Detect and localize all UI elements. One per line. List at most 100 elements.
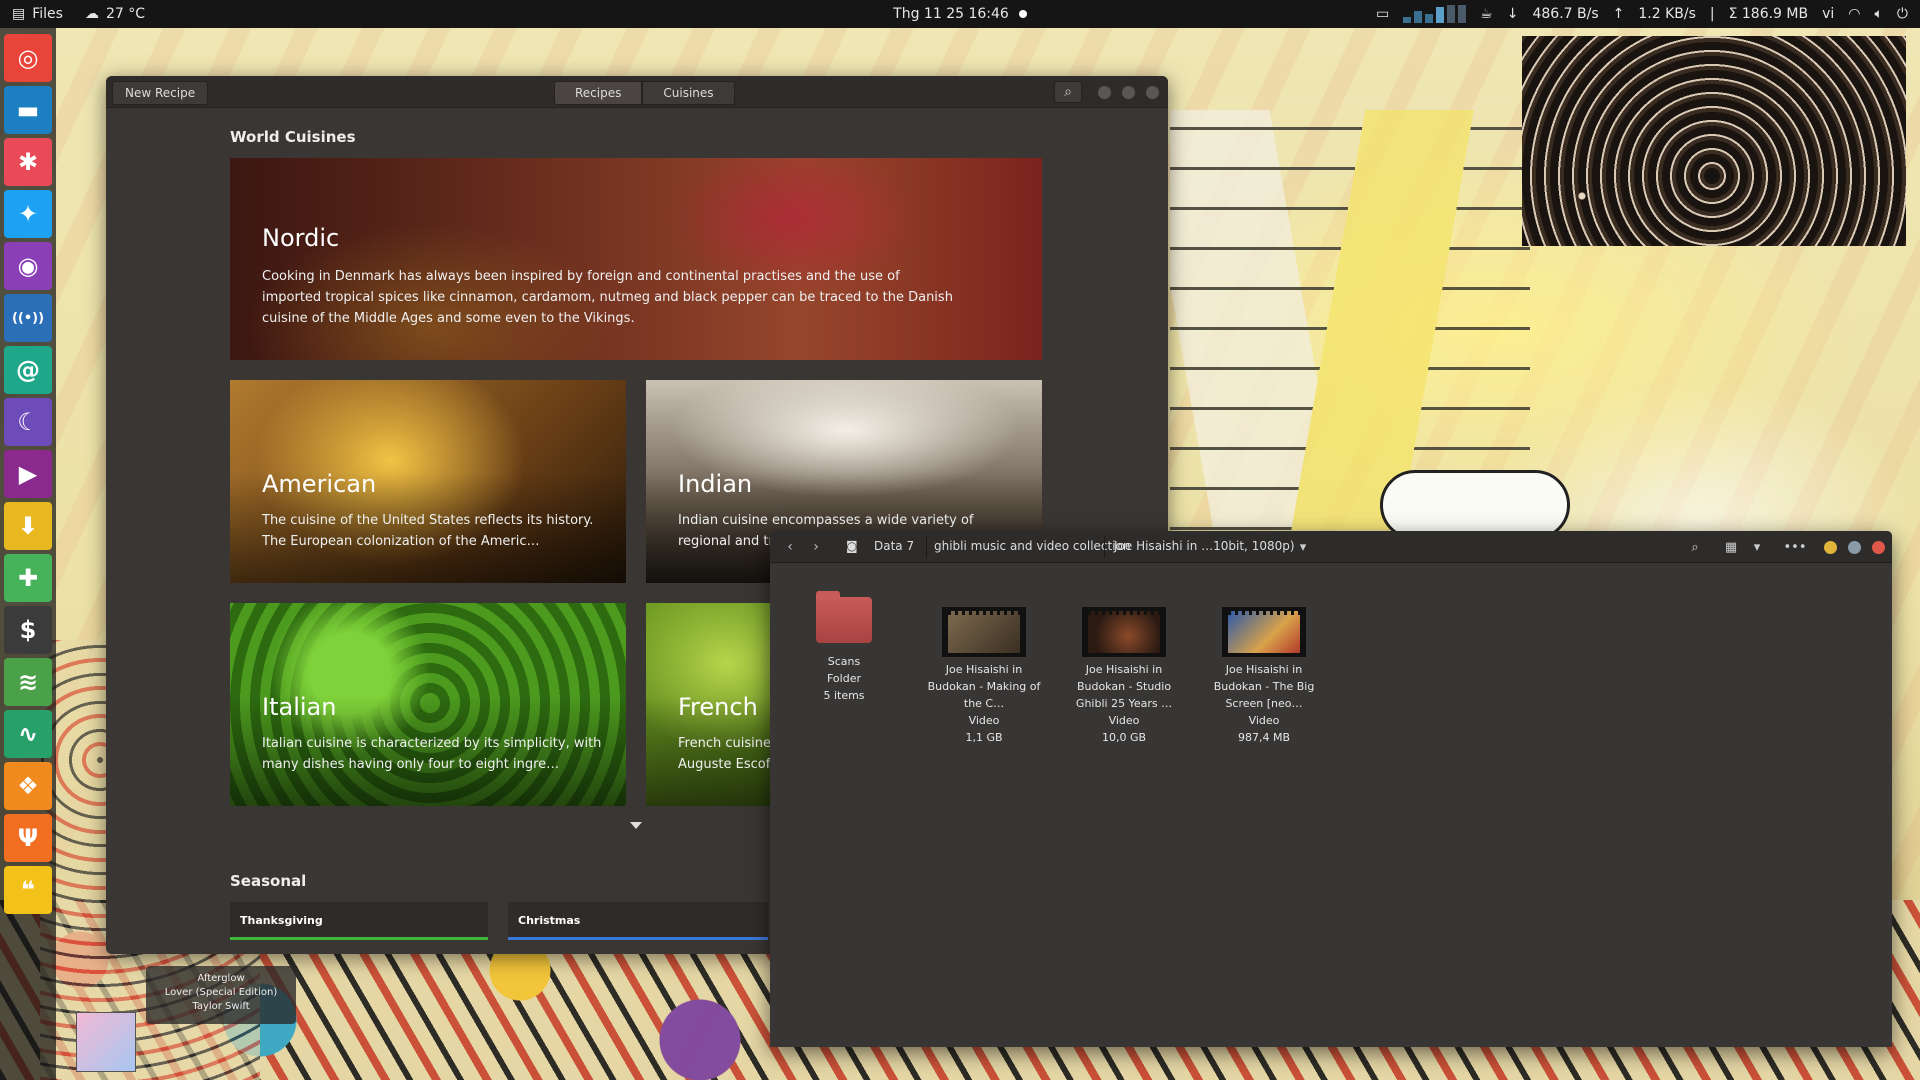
search-icon: ⌕ <box>1064 84 1072 100</box>
app-menu-label: Files <box>32 6 63 22</box>
cuisine-description: The cuisine of the United States reflect… <box>262 513 594 549</box>
close-button[interactable] <box>1146 86 1159 99</box>
clock[interactable]: Thg 11 25 16:46 <box>893 6 1009 22</box>
screen-icon[interactable]: ▭ <box>1376 6 1389 22</box>
dock-twitter-icon[interactable]: ✦ <box>4 190 52 238</box>
file-name: Joe Hisaishi in Budokan - The Big Screen… <box>1213 663 1315 710</box>
video-thumbnail <box>1222 607 1306 657</box>
files-app-icon: ▤ <box>12 6 26 22</box>
file-item-video[interactable]: Joe Hisaishi in Budokan - The Big Screen… <box>1204 607 1324 746</box>
dock-moonlight-icon[interactable]: ☾ <box>4 398 52 446</box>
video-pip-orchestra[interactable] <box>1522 36 1906 246</box>
video-thumbnail <box>1082 607 1166 657</box>
tab-recipes[interactable]: Recipes <box>554 81 643 105</box>
dock-money-icon[interactable]: $ <box>4 606 52 654</box>
file-item-video[interactable]: Joe Hisaishi in Budokan - Studio Ghibli … <box>1064 607 1184 746</box>
search-button[interactable]: ⌕ <box>1682 537 1708 557</box>
dock-podcasts-icon[interactable]: ◉ <box>4 242 52 290</box>
music-widget[interactable]: Afterglow Lover (Special Edition) Taylor… <box>146 966 296 1024</box>
back-button[interactable]: ‹ <box>778 537 802 557</box>
forward-button[interactable]: › <box>804 537 828 557</box>
cuisine-card-italian[interactable]: Italian Italian cuisine is characterized… <box>230 603 626 806</box>
file-item-video[interactable]: Joe Hisaishi in Budokan - Making of the … <box>924 607 1044 746</box>
net-up-speed: 1.2 KB/s <box>1638 6 1696 22</box>
cuisine-description: Cooking in Denmark has always been inspi… <box>262 269 953 326</box>
cuisine-name: Indian <box>678 470 753 498</box>
wallpaper-cloud <box>1380 470 1570 540</box>
close-button[interactable] <box>1872 541 1885 554</box>
maximize-button[interactable] <box>1122 86 1135 99</box>
files-headerbar: ‹ › ◙ Data 7 ghibli music and video coll… <box>770 531 1892 563</box>
system-monitor-graph[interactable] <box>1403 5 1467 23</box>
cuisine-description: Italian cuisine is characterized by its … <box>262 736 602 772</box>
dock-radio-icon[interactable]: ((•)) <box>4 294 52 342</box>
file-type: Video <box>968 714 1000 727</box>
minimize-button[interactable] <box>1098 86 1111 99</box>
dock-files-icon[interactable]: ▬ <box>4 86 52 134</box>
file-type: Video <box>1108 714 1140 727</box>
dock-games-icon[interactable]: ✚ <box>4 554 52 602</box>
expand-more-icon[interactable] <box>630 822 642 829</box>
file-size: 5 items <box>823 689 865 702</box>
cuisine-name: American <box>262 470 377 498</box>
file-size: 10,0 GB <box>1101 731 1147 744</box>
tab-cuisines[interactable]: Cuisines <box>642 81 735 105</box>
grid-view-icon[interactable]: ▦ <box>1718 537 1744 557</box>
dock-chrome-icon[interactable]: ◎ <box>4 34 52 82</box>
track-artist: Taylor Swift <box>192 1001 250 1012</box>
net-down-speed: 486.7 B/s <box>1532 6 1599 22</box>
seasonal-card-christmas[interactable]: Christmas <box>508 902 768 940</box>
breadcrumb-current[interactable]: Joe Hisaishi in …10bit, 1080p) <box>1114 539 1295 553</box>
dock-downloader-icon[interactable]: ⬇ <box>4 502 52 550</box>
file-name: Joe Hisaishi in Budokan - Making of the … <box>927 663 1041 710</box>
breadcrumb-dropdown-icon[interactable]: ▾ <box>1290 537 1316 557</box>
file-size: 1,1 GB <box>965 731 1003 744</box>
track-title: Afterglow <box>197 973 245 984</box>
power-icon[interactable]: ⏻ <box>1897 6 1908 22</box>
top-panel: ▤ Files ☁ 27 °C Thg 11 25 16:46 ▭ ☕ ↓ 48… <box>0 0 1920 28</box>
new-recipe-button[interactable]: New Recipe <box>112 81 209 105</box>
keyboard-language[interactable]: vi <box>1822 6 1834 22</box>
download-arrow-icon: ↓ <box>1506 6 1519 22</box>
volume-icon[interactable]: 🔈︎ <box>1875 6 1883 22</box>
dock: ◎ ▬ ✱ ✦ ◉ ((•)) @ ☾ ▶ ⬇ ✚ $ ≋ ∿ ❖ Ψ ❝ <box>0 28 56 1080</box>
minimize-button[interactable] <box>1824 541 1837 554</box>
weather-indicator[interactable]: ☁ 27 °C <box>85 6 145 22</box>
dock-videos-icon[interactable]: ▶ <box>4 450 52 498</box>
dock-chat-icon[interactable]: ❝ <box>4 866 52 914</box>
album-art[interactable] <box>76 1012 136 1072</box>
dock-monitor-icon[interactable]: ∿ <box>4 710 52 758</box>
dock-pineapple-icon[interactable]: ❖ <box>4 762 52 810</box>
chevron-right-icon: › <box>813 539 819 555</box>
weather-temp: 27 °C <box>105 6 146 22</box>
breadcrumb-data7[interactable]: Data 7 <box>874 539 914 553</box>
track-album: Lover (Special Edition) <box>164 987 278 998</box>
view-options-chevron-icon[interactable]: ▾ <box>1744 537 1770 557</box>
more-menu-icon[interactable]: ••• <box>1782 537 1808 557</box>
divider: | <box>1709 6 1715 22</box>
file-name: Joe Hisaishi in Budokan - Studio Ghibli … <box>1075 663 1173 710</box>
cuisine-card-nordic[interactable]: Nordic Cooking in Denmark has always bee… <box>230 158 1042 360</box>
chevron-left-icon: ‹ <box>787 539 793 555</box>
wallpaper-city-illustration <box>1170 110 1530 530</box>
maximize-button[interactable] <box>1848 541 1861 554</box>
dock-feeds-icon[interactable]: ≋ <box>4 658 52 706</box>
search-button[interactable]: ⌕ <box>1054 81 1082 103</box>
breadcrumb-divider <box>926 536 927 558</box>
seasonal-card-thanksgiving[interactable]: Thanksgiving <box>230 902 488 940</box>
seasonal-title: Seasonal <box>230 872 307 890</box>
dock-mail-icon[interactable]: @ <box>4 346 52 394</box>
cuisine-card-american[interactable]: American The cuisine of the United State… <box>230 380 626 583</box>
dock-pinwheel-icon[interactable]: ✱ <box>4 138 52 186</box>
files-window: ‹ › ◙ Data 7 ghibli music and video coll… <box>770 531 1892 1047</box>
file-item-folder[interactable]: Scans Folder 5 items <box>784 591 904 704</box>
app-menu[interactable]: ▤ Files <box>12 6 63 22</box>
dock-recipes-icon[interactable]: Ψ <box>4 814 52 862</box>
wifi-icon[interactable]: ◠ <box>1848 6 1860 22</box>
upload-arrow-icon: ↑ <box>1612 6 1625 22</box>
folder-icon <box>816 591 872 643</box>
coffee-icon[interactable]: ☕ <box>1480 6 1493 22</box>
breadcrumb-ghibli[interactable]: ghibli music and video collection <box>934 539 1131 553</box>
file-size: 987,4 MB <box>1237 731 1291 744</box>
file-type: Folder <box>827 672 861 685</box>
